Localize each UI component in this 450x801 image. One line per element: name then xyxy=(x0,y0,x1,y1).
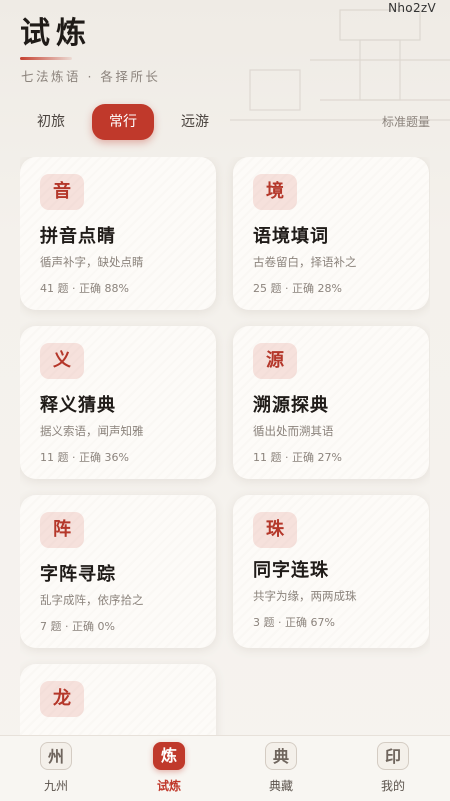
bottom-navigation: 州 九州 炼 试炼 典 典藏 印 我的 xyxy=(0,735,450,801)
tab-advanced[interactable]: 远游 xyxy=(166,104,224,140)
trial-icon: 炼 xyxy=(153,742,185,770)
mode-name: 释义猜典 xyxy=(40,395,116,416)
nav-item-trial[interactable]: 炼 试炼 xyxy=(129,736,209,801)
nav-label: 九州 xyxy=(43,779,68,793)
mode-stats: 41 题 · 正确 88% xyxy=(40,282,129,295)
tab-beginner[interactable]: 初旅 xyxy=(22,104,80,140)
mode-stats: 25 题 · 正确 28% xyxy=(253,282,342,295)
mode-stats: 3 题 · 正确 67% xyxy=(253,616,335,629)
profile-icon: 印 xyxy=(377,742,409,770)
mode-description: 循声补字，缺处点睛 xyxy=(40,255,144,269)
mode-description: 共字为缘，两两成珠 xyxy=(253,589,357,603)
mode-card-pinyin[interactable]: 音 拼音点睛 循声补字，缺处点睛 41 题 · 正确 88% xyxy=(20,157,216,310)
mode-badge-icon: 义 xyxy=(40,343,84,379)
mode-name: 同字连珠 xyxy=(253,560,329,581)
difficulty-tabs: 初旅 常行 远游 标准题量 xyxy=(18,104,432,142)
mode-badge-icon: 阵 xyxy=(40,512,84,548)
mode-name: 字阵寻踪 xyxy=(40,564,116,585)
mode-name: 拼音点睛 xyxy=(40,226,116,247)
mode-name: 溯源探典 xyxy=(253,395,329,416)
mode-stats: 11 题 · 正确 36% xyxy=(40,451,129,464)
collection-icon: 典 xyxy=(265,742,297,770)
nav-item-collection[interactable]: 典 典藏 xyxy=(241,736,321,801)
title-underline xyxy=(20,57,72,60)
mode-description: 循出处而溯其语 xyxy=(253,424,334,438)
mode-card-char-chain[interactable]: 珠 同字连珠 共字为缘，两两成珠 3 题 · 正确 67% xyxy=(233,495,429,648)
mode-description: 据义索语，闻声知雅 xyxy=(40,424,144,438)
mode-card-char-array[interactable]: 阵 字阵寻踪 乱字成阵，依序拾之 7 题 · 正确 0% xyxy=(20,495,216,648)
nav-item-profile[interactable]: 印 我的 xyxy=(353,736,433,801)
mode-name: 语境填词 xyxy=(253,226,329,247)
nav-label: 我的 xyxy=(380,779,405,793)
watermark-text: Nho2zV xyxy=(388,1,436,15)
mode-card-dragon[interactable]: 龙 xyxy=(20,664,216,735)
mode-card-origin[interactable]: 源 溯源探典 循出处而溯其语 11 题 · 正确 27% xyxy=(233,326,429,479)
page-title: 试炼 xyxy=(20,16,92,51)
mode-badge-icon: 源 xyxy=(253,343,297,379)
nav-label: 试炼 xyxy=(156,779,181,793)
mode-stats: 11 题 · 正确 27% xyxy=(253,451,342,464)
mode-badge-icon: 珠 xyxy=(253,512,297,548)
mode-grid: 音 拼音点睛 循声补字，缺处点睛 41 题 · 正确 88% 境 语境填词 古卷… xyxy=(20,157,430,735)
nav-label: 典藏 xyxy=(268,779,293,793)
tab-regular[interactable]: 常行 xyxy=(92,104,154,140)
jiuzhou-icon: 州 xyxy=(40,742,72,770)
mode-card-meaning[interactable]: 义 释义猜典 据义索语，闻声知雅 11 题 · 正确 36% xyxy=(20,326,216,479)
mode-badge-icon: 龙 xyxy=(40,681,84,717)
mode-badge-icon: 音 xyxy=(40,174,84,210)
mode-badge-icon: 境 xyxy=(253,174,297,210)
question-count-toggle[interactable]: 标准题量 xyxy=(382,104,430,140)
nav-item-jiuzhou[interactable]: 州 九州 xyxy=(16,736,96,801)
page-subtitle: 七法炼语 · 各择所长 xyxy=(21,69,161,84)
mode-description: 古卷留白，择语补之 xyxy=(253,255,357,269)
mode-stats: 7 题 · 正确 0% xyxy=(40,620,115,633)
mode-card-context[interactable]: 境 语境填词 古卷留白，择语补之 25 题 · 正确 28% xyxy=(233,157,429,310)
mode-description: 乱字成阵，依序拾之 xyxy=(40,593,144,607)
